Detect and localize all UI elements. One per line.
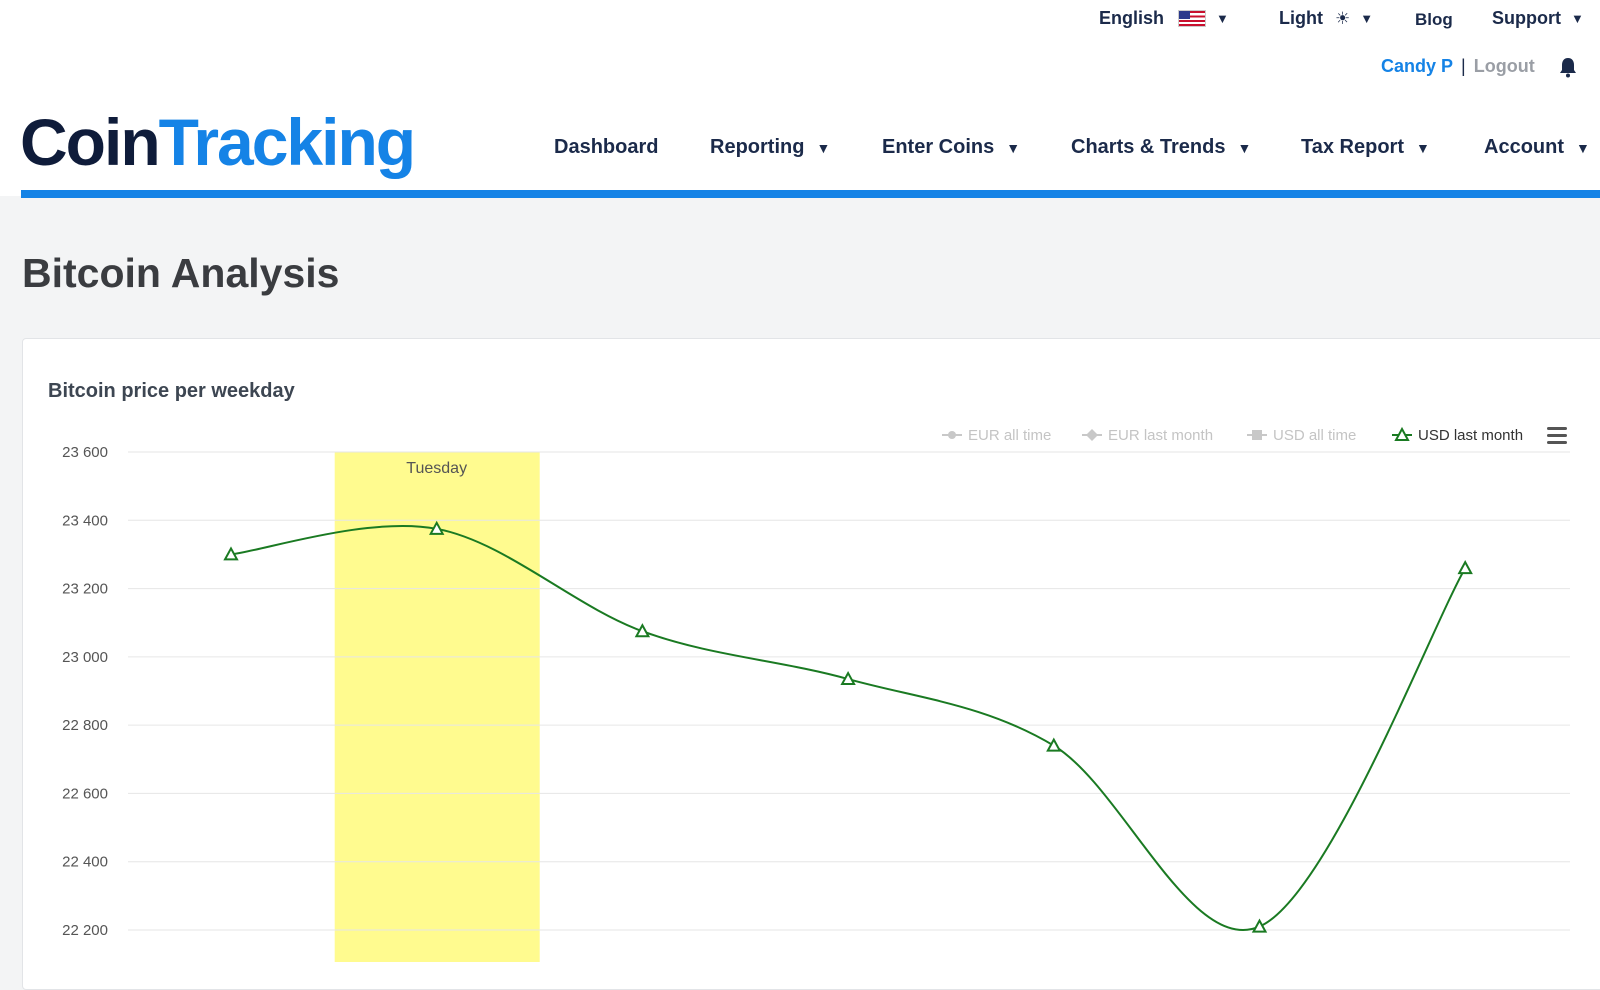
legend-item-label: USD last month bbox=[1418, 427, 1523, 444]
y-tick-label: 22 800 bbox=[62, 717, 108, 734]
menu-icon[interactable] bbox=[1547, 441, 1567, 444]
y-tick-label: 22 400 bbox=[62, 854, 108, 871]
y-tick-label: 23 600 bbox=[62, 444, 108, 461]
legend-item-label: EUR last month bbox=[1108, 427, 1213, 444]
y-tick-label: 22 600 bbox=[62, 785, 108, 802]
y-tick-label: 23 400 bbox=[62, 512, 108, 529]
y-tick-label: 23 000 bbox=[62, 649, 108, 666]
data-point-marker bbox=[634, 623, 651, 638]
data-point-marker bbox=[1457, 559, 1473, 575]
legend-circle-icon bbox=[948, 431, 956, 439]
legend-item-label: EUR all time bbox=[968, 427, 1051, 444]
y-tick-label: 23 200 bbox=[62, 581, 108, 598]
highlight-label: Tuesday bbox=[406, 460, 467, 477]
menu-icon[interactable] bbox=[1547, 434, 1567, 437]
price-chart: Tuesday 23 600 23 400 23 200 23 000 22 800 22 … bbox=[62, 426, 1570, 962]
legend-item-label: USD all time bbox=[1273, 427, 1356, 444]
y-tick-label: 22 200 bbox=[62, 922, 108, 939]
data-point-marker bbox=[1251, 918, 1268, 933]
data-point-marker bbox=[1046, 737, 1062, 752]
legend-square-icon bbox=[1252, 430, 1262, 440]
legend-diamond-icon bbox=[1086, 429, 1098, 441]
menu-icon[interactable] bbox=[1547, 427, 1567, 430]
